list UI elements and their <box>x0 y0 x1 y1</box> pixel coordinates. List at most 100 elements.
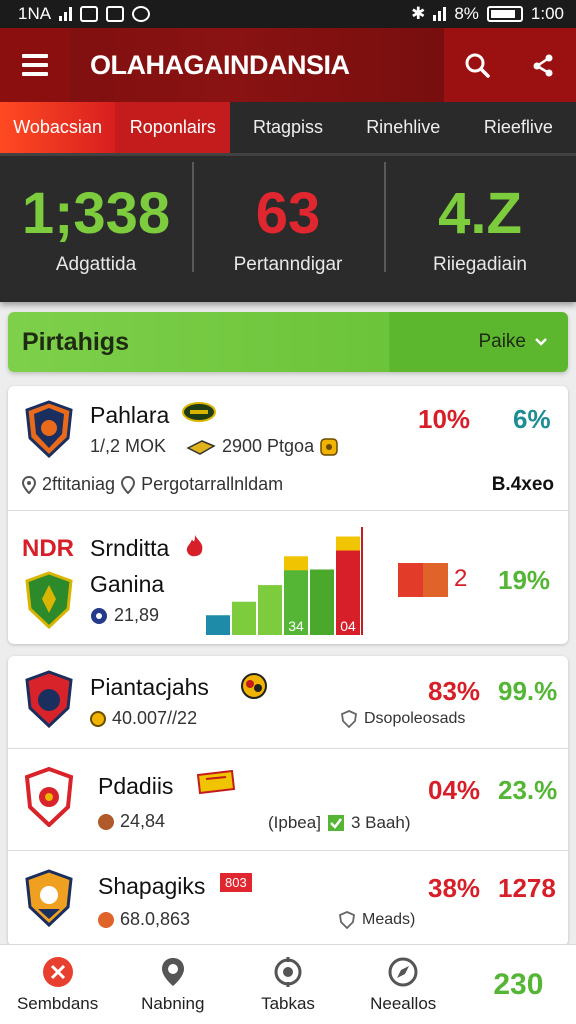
share-icon <box>533 54 553 77</box>
status-badge: 803 <box>220 873 252 892</box>
match-row[interactable]: Pdadiis 24,84 (Ipbea] 3 Baah) 04% 23.% <box>8 748 568 850</box>
team-name: Pdadiis <box>98 773 174 799</box>
bar-label: 04 <box>340 618 356 634</box>
tab-rieeflive[interactable]: Rieeflive <box>461 102 576 153</box>
team-name: Ganina <box>90 571 165 597</box>
league-prefix: NDR <box>22 535 74 562</box>
location-pin-icon <box>161 957 184 986</box>
app-bar: OLAHAGAINDANSIA <box>0 28 576 102</box>
nav-label: Nabning <box>141 993 205 1013</box>
tag-label: (Ipbea] 3 Baah) <box>268 813 411 832</box>
app-title: OLAHAGAINDANSIA <box>90 49 350 80</box>
nav-label: Sembdans <box>16 993 99 1013</box>
nav-value-cell: 230 <box>461 945 576 1024</box>
hamburger-icon <box>22 54 48 58</box>
team-badge-icon <box>182 402 216 422</box>
stat-value: 4.Z <box>438 181 522 246</box>
flag-icon <box>196 769 236 795</box>
points-info: 2900 Ptgoa <box>186 436 338 457</box>
globe-icon <box>91 607 107 624</box>
filter-label: Paike <box>478 331 526 352</box>
stat-card: 1;338 Adgattida <box>0 182 192 276</box>
stat-value: 63 <box>255 181 321 246</box>
nav-nabning[interactable]: Nabning <box>115 945 230 1024</box>
close-icon <box>42 956 73 987</box>
carrier-label: 1NA <box>18 4 52 23</box>
chart-bar <box>206 615 230 635</box>
notification-icon <box>80 6 99 22</box>
battery-icon <box>486 6 523 22</box>
team-name: Pahlara <box>90 402 170 428</box>
bar-flag-marker <box>336 536 360 551</box>
chart-bar <box>258 585 282 635</box>
percent-red: 04% <box>428 775 481 805</box>
chart-bar <box>232 601 256 635</box>
team-name: Srnditta <box>90 535 170 561</box>
tag-label: Meads) <box>338 911 415 929</box>
ticket-icon <box>186 439 216 455</box>
coin-icon <box>98 813 114 830</box>
match-info: 21,89 <box>90 605 159 626</box>
location-row: 2ftitaniag Pergotarrallnldam <box>22 474 283 495</box>
tag-label: Dsopoleosads <box>340 710 465 728</box>
team-crest-icon <box>25 571 73 629</box>
nav-tabkas[interactable]: Tabkas <box>230 945 345 1024</box>
filter-dropdown[interactable]: Paike <box>472 323 554 361</box>
match-row[interactable]: Shapagiks 803 68.0,863 Meads) 38% 1278 <box>8 850 568 946</box>
match-info: 40.007//22 <box>90 708 197 729</box>
tab-bar: Wobacsian Roponlairs Rtagpiss Rinehlive … <box>0 102 576 156</box>
odds-value: B.4xeo <box>491 474 554 495</box>
tab-rinehlive[interactable]: Rinehlive <box>346 102 461 153</box>
percent-red: 83% <box>428 676 481 706</box>
nav-label: Tabkas <box>261 993 315 1013</box>
sync-icon <box>132 6 151 22</box>
stat-label: Riiegadiain <box>432 254 527 275</box>
percent-red: 10% <box>418 404 471 434</box>
search-icon <box>465 53 490 78</box>
match-list-card: Piantacjahs 40.007//22 Dsopoleosads 83% … <box>8 656 568 946</box>
match-row[interactable]: Pahlara 1/,2 MOK 2900 Ptgoa 10% 6% 2ftit… <box>8 386 568 510</box>
signal-icon <box>59 7 73 21</box>
bluetooth-icon: ✱ <box>411 4 426 23</box>
club-emblem-icon <box>241 673 267 699</box>
location-pin-icon <box>22 475 36 494</box>
match-info: 68.0,863 <box>98 909 190 930</box>
team-name: Shapagiks <box>98 873 206 899</box>
percent-green: 99.% <box>498 676 558 706</box>
nav-neeallos[interactable]: Neeallos <box>346 945 461 1024</box>
search-button[interactable] <box>444 28 510 102</box>
match-row[interactable]: Piantacjahs 40.007//22 Dsopoleosads 83% … <box>8 656 568 748</box>
bottom-nav: Sembdans Nabning Tabkas Neeallos 230 <box>0 944 576 1024</box>
location-pin-icon <box>121 475 136 494</box>
chart-bar <box>310 569 334 635</box>
coin-icon <box>90 710 106 727</box>
odds-count: 2 <box>454 565 468 592</box>
menu-button[interactable] <box>0 28 70 102</box>
shield-icon <box>341 710 357 728</box>
section-header: Pirtahigs Paike <box>8 312 568 372</box>
shield-icon <box>339 911 355 929</box>
match-row[interactable]: NDR Srnditta Ganina 21,89 34 04 2 19% <box>8 510 568 644</box>
coin-icon <box>98 911 114 928</box>
match-info: 1/,2 MOK <box>90 436 167 456</box>
checkbox-icon <box>327 815 344 831</box>
share-button[interactable] <box>510 28 576 102</box>
tab-roponlairs[interactable]: Roponlairs <box>115 102 231 153</box>
compass-icon <box>388 957 418 986</box>
nav-label: Neeallos <box>370 993 437 1013</box>
team-crest-icon <box>24 767 74 827</box>
stat-card: 63 Pertanndigar <box>192 162 384 276</box>
team-crest-icon <box>25 869 73 927</box>
team-crest-icon <box>25 400 73 458</box>
tab-wobacsian[interactable]: Wobacsian <box>0 102 116 153</box>
target-icon <box>274 956 302 987</box>
team-crest-icon <box>25 670 73 728</box>
match-info: 24,84 <box>98 811 165 832</box>
bottom-value: 230 <box>493 967 544 1001</box>
tab-rtagpiss[interactable]: Rtagpiss <box>230 102 345 153</box>
image-icon <box>106 6 125 22</box>
nav-sembdans[interactable]: Sembdans <box>0 945 115 1024</box>
match-card-featured: Pahlara 1/,2 MOK 2900 Ptgoa 10% 6% 2ftit… <box>8 386 568 644</box>
team-name: Piantacjahs <box>90 674 209 700</box>
bar-chart: 34 04 <box>206 527 363 635</box>
